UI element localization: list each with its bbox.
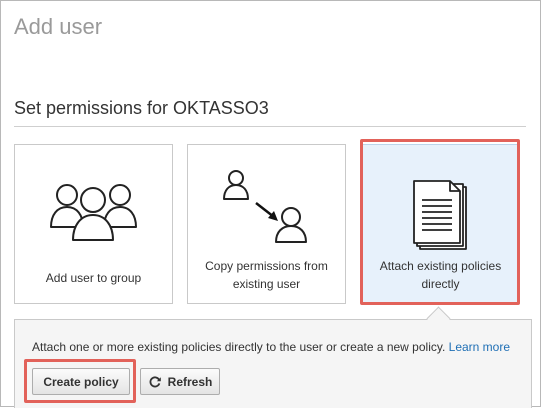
policy-document-icon bbox=[413, 180, 467, 250]
option-label: Copy permissions from existing user bbox=[205, 259, 328, 291]
option-add-user-to-group[interactable]: Add user to group bbox=[14, 144, 173, 304]
refresh-button[interactable]: Refresh bbox=[140, 368, 220, 395]
option-attach-policies[interactable]: Attach existing policies directly bbox=[361, 144, 520, 304]
create-policy-label: Create policy bbox=[43, 374, 119, 389]
section-title: Set permissions for OKTASSO3 bbox=[14, 98, 269, 118]
create-policy-button[interactable]: Create policy bbox=[32, 368, 130, 395]
user-group-icon bbox=[50, 184, 137, 241]
section-divider bbox=[14, 126, 526, 127]
description-text: Attach one or more existing policies dir… bbox=[32, 340, 446, 354]
page-title: Add user bbox=[14, 14, 103, 39]
refresh-label: Refresh bbox=[167, 374, 213, 389]
option-label: Add user to group bbox=[45, 271, 142, 285]
refresh-icon bbox=[149, 375, 161, 387]
option-label: Attach existing policies directly bbox=[379, 259, 502, 291]
policy-description: Attach one or more existing policies dir… bbox=[32, 340, 510, 354]
learn-more-link[interactable]: Learn more bbox=[449, 340, 510, 354]
option-copy-permissions[interactable]: Copy permissions from existing user bbox=[187, 144, 346, 304]
copy-user-icon bbox=[223, 170, 307, 243]
